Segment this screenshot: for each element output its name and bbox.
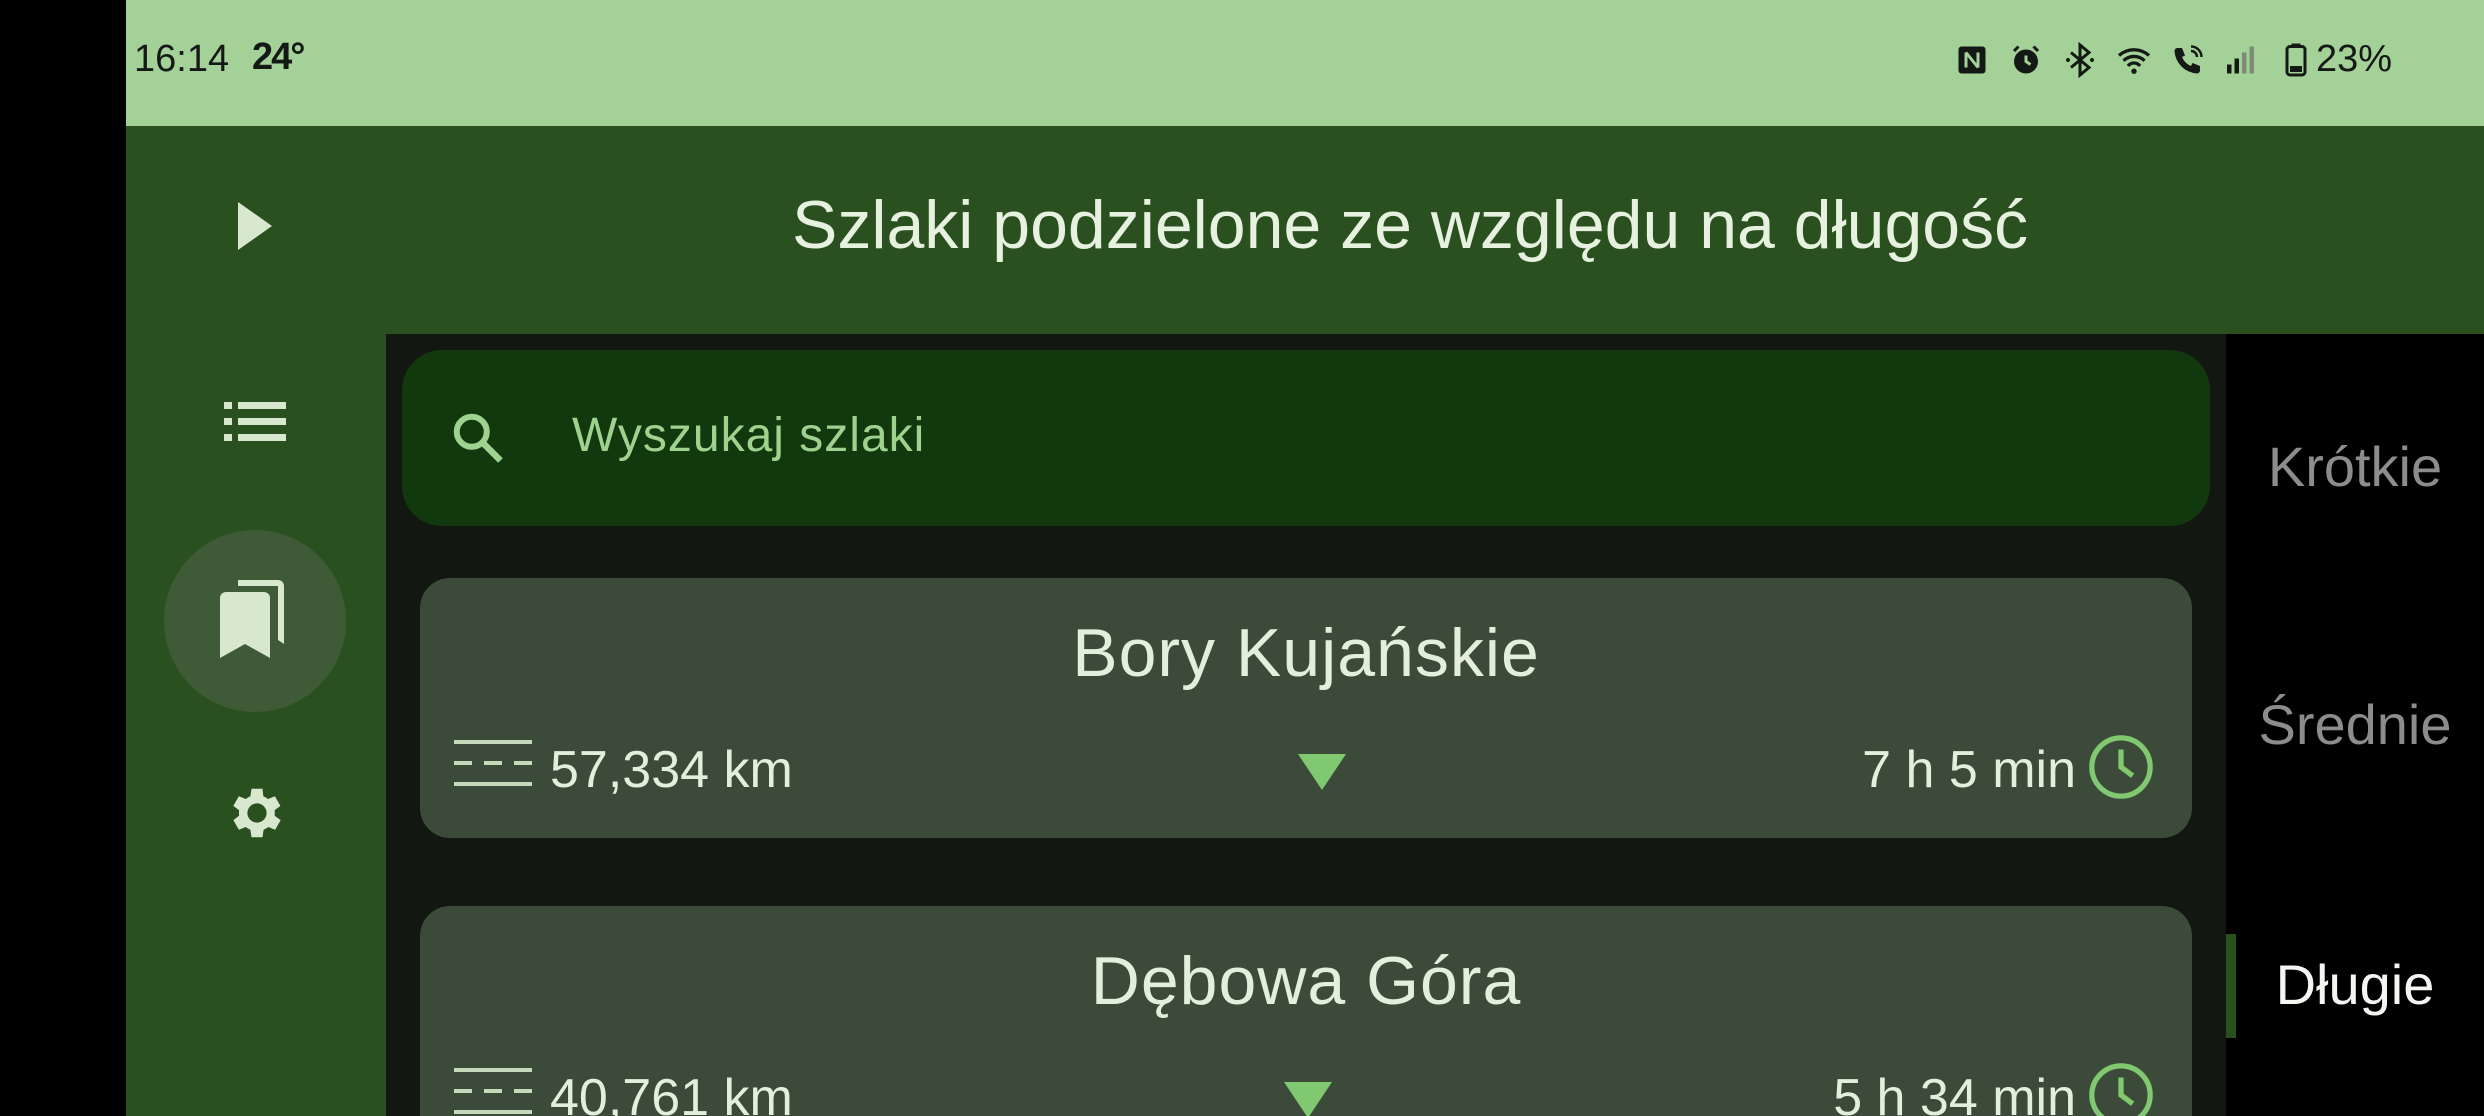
trail-duration: 5 h 34 min bbox=[1833, 1069, 2076, 1116]
expand-arrow-icon[interactable] bbox=[1298, 754, 1346, 790]
distance-icon bbox=[454, 1068, 532, 1114]
trail-list-panel: Wyszukaj szlaki Bory Kujańskie 57,334 km… bbox=[386, 334, 2226, 1116]
expand-icon[interactable] bbox=[234, 200, 274, 252]
search-field[interactable]: Wyszukaj szlaki bbox=[402, 350, 2210, 526]
trail-card[interactable]: Dębowa Góra 40,761 km 5 h 34 min bbox=[420, 906, 2192, 1116]
tab-short[interactable]: Krótkie bbox=[2226, 434, 2484, 499]
settings-icon[interactable] bbox=[224, 780, 290, 846]
nfc-icon bbox=[1958, 46, 1986, 74]
tab-medium[interactable]: Średnie bbox=[2226, 692, 2484, 757]
status-icons bbox=[1954, 40, 2314, 80]
expand-arrow-icon[interactable] bbox=[1284, 1082, 1332, 1116]
trail-duration: 7 h 5 min bbox=[1862, 741, 2076, 799]
battery-icon bbox=[2285, 43, 2307, 77]
list-icon[interactable] bbox=[224, 400, 286, 444]
tab-long[interactable]: Długie bbox=[2226, 952, 2484, 1017]
bookmarks-icon[interactable] bbox=[220, 580, 284, 658]
trail-name: Bory Kujańskie bbox=[1072, 615, 1540, 691]
bluetooth-icon bbox=[2066, 41, 2094, 79]
wifi-call-icon bbox=[2174, 45, 2203, 74]
alarm-icon bbox=[2012, 45, 2040, 74]
status-bar: 16:14 24° 23% bbox=[126, 0, 2484, 126]
trail-distance: 40,761 km bbox=[550, 1069, 793, 1116]
distance-icon bbox=[454, 740, 532, 786]
status-battery: 23% bbox=[2315, 38, 2392, 80]
clock-icon bbox=[2089, 1063, 2153, 1116]
length-tabs: Krótkie Średnie Długie bbox=[2226, 334, 2484, 1116]
trail-distance: 57,334 km bbox=[550, 741, 793, 799]
signal-icon bbox=[2227, 46, 2254, 74]
app-screen: 16:14 24° 23% Szlaki podzielone ze wzglę… bbox=[126, 0, 2484, 1116]
search-placeholder: Wyszukaj szlaki bbox=[572, 409, 926, 462]
navigation-rail bbox=[126, 334, 386, 1116]
trail-name: Dębowa Góra bbox=[1090, 943, 1522, 1019]
search-icon bbox=[453, 413, 503, 463]
status-time: 16:14 bbox=[134, 38, 230, 80]
clock-icon bbox=[2089, 735, 2153, 799]
page-title: Szlaki podzielone ze względu na długość bbox=[792, 187, 2029, 263]
status-temperature: 24° bbox=[252, 36, 305, 78]
wifi-icon bbox=[2117, 48, 2151, 74]
trail-card[interactable]: Bory Kujańskie 57,334 km 7 h 5 min bbox=[420, 578, 2192, 838]
